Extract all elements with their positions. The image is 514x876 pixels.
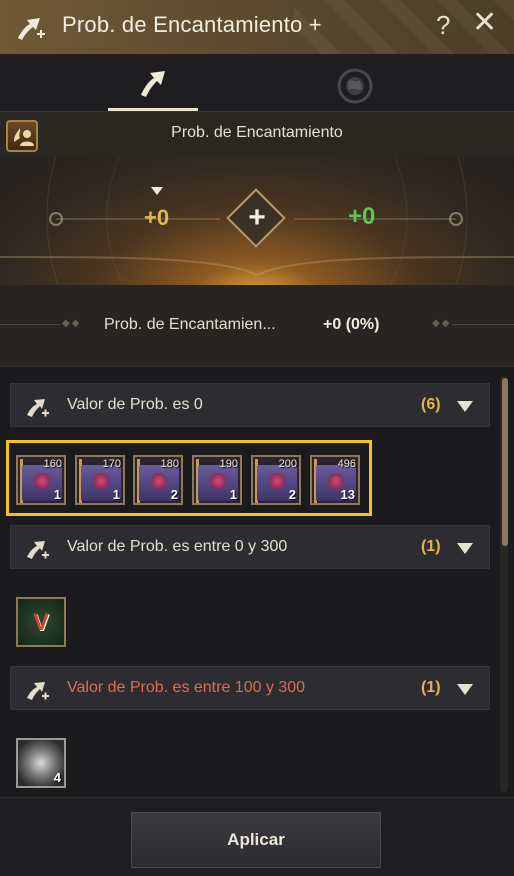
chevron-down-icon[interactable] (457, 543, 473, 554)
item-level: 200 (278, 458, 297, 470)
enchant-scroll-item[interactable]: 180 2 (133, 455, 183, 505)
divider-left (0, 324, 60, 325)
enchant-scroll-item[interactable]: 496 13 (310, 455, 360, 505)
enchant-scroll-item[interactable]: 170 1 (75, 455, 125, 505)
enchant-scroll-item[interactable]: 200 2 (251, 455, 301, 505)
item-level: 170 (102, 458, 121, 470)
current-enchant-value: +0 (144, 205, 170, 230)
current-level-marker-icon (151, 187, 163, 195)
enchant-panel: +0 + +0 (0, 157, 514, 285)
item-quantity: 2 (288, 487, 296, 502)
item-level: 180 (160, 458, 179, 470)
item-level: 190 (219, 458, 238, 470)
item-glyph: V (32, 609, 49, 636)
group-count: (1) (421, 679, 441, 696)
chevron-down-icon[interactable] (457, 684, 473, 695)
tab-enchant[interactable] (108, 55, 198, 111)
group-count: (6) (421, 396, 441, 413)
group-label: Valor de Prob. es 0 (67, 396, 203, 413)
window-title: Prob. de Encantamiento + (62, 12, 322, 37)
tab-bar (0, 55, 514, 111)
material-list (0, 367, 514, 797)
close-icon[interactable]: ✕ (472, 8, 497, 38)
subheader: Prob. de Encantamiento (0, 111, 514, 157)
window-header: Prob. de Encantamiento + ? ✕ (0, 0, 514, 55)
enchant-plus-button[interactable]: + (243, 200, 271, 236)
item-quantity: 2 (170, 487, 178, 502)
item-quantity: 1 (53, 487, 61, 502)
divider-dots-left: ◆◆ (62, 318, 82, 329)
help-icon[interactable]: ? (436, 10, 450, 41)
group-label: Valor de Prob. es entre 0 y 300 (67, 538, 288, 555)
item-quantity: 1 (112, 487, 120, 502)
summary-value: +0 (0%) (323, 316, 380, 333)
divider-right (452, 324, 514, 325)
footer: Aplicar (0, 797, 514, 876)
divider-dots-right: ◆◆ (432, 318, 452, 329)
group-label: Valor de Prob. es entre 100 y 300 (67, 679, 306, 696)
item-quantity: 4 (53, 770, 61, 785)
enchant-scroll-item[interactable]: 190 1 (192, 455, 242, 505)
summary-label: Prob. de Encantamien... (104, 316, 276, 333)
enchant-arrow-plus-icon (18, 18, 45, 40)
material-item[interactable]: V (16, 597, 66, 647)
material-item[interactable]: 4 (16, 738, 66, 788)
scrollbar-thumb[interactable] (502, 378, 508, 546)
enchant-arrow-icon (141, 71, 165, 97)
group-header-0-300[interactable]: Valor de Prob. es entre 0 y 300 (1) (10, 525, 490, 569)
apply-button[interactable]: Aplicar (131, 812, 381, 868)
item-quantity: 1 (229, 487, 237, 502)
summary-row: ◆◆ Prob. de Encantamien... +0 (0%) ◆◆ (0, 285, 514, 367)
result-enchant-value: +0 (348, 203, 376, 230)
group-header-zero[interactable]: Valor de Prob. es 0 (6) (10, 383, 490, 427)
subheader-title: Prob. de Encantamiento (171, 124, 343, 141)
item-quantity: 13 (340, 487, 355, 502)
item-level: 160 (43, 458, 62, 470)
enchant-arrow-plus-icon (27, 399, 49, 417)
enchant-scroll-item[interactable]: 160 1 (16, 455, 66, 505)
group-count: (1) (421, 538, 441, 555)
chevron-down-icon[interactable] (457, 401, 473, 412)
item-level: 496 (337, 458, 356, 470)
globe-icon[interactable] (336, 67, 374, 105)
group-header-100-300[interactable]: Valor de Prob. es entre 100 y 300 (1) (10, 666, 490, 710)
enchant-arrow-plus-icon (27, 541, 49, 559)
enchant-arrow-plus-icon (27, 682, 49, 700)
